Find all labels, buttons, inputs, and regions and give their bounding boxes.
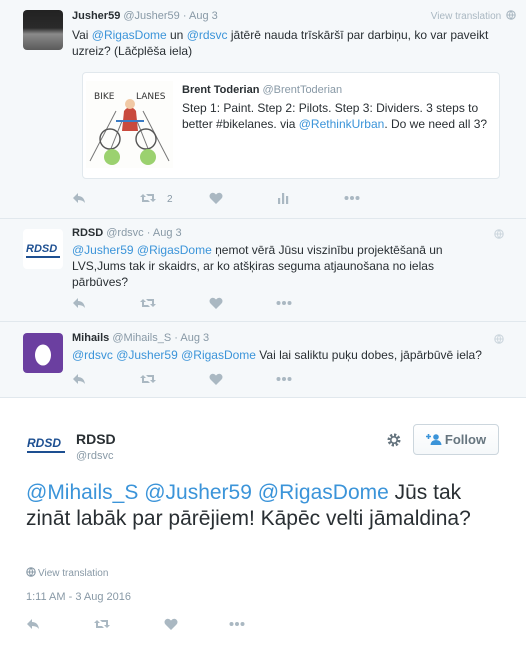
bike-lanes-illustration: BIKE LANES [86, 81, 173, 168]
tweet-actions [26, 618, 326, 634]
avatar[interactable] [23, 10, 63, 50]
tweet-header: RDSD @rdsvc · Aug 3 [72, 227, 182, 239]
user-name[interactable]: RDSD [72, 227, 103, 239]
quoted-tweet-card[interactable]: BIKE LANES Brent Toderian @BrentToderian… [82, 72, 500, 179]
tweet-mihails[interactable]: Mihails @Mihails_S · Aug 3 @rdsvc @Jushe… [0, 322, 526, 398]
svg-text:BIKE: BIKE [94, 92, 115, 102]
tweet-actions [72, 297, 372, 313]
user-handle[interactable]: @Jusher59 [123, 10, 179, 22]
main-tweet-text: @Mihails_S @Jusher59 @RigasDome Jūs tak … [26, 481, 471, 530]
retweet-icon[interactable] [140, 192, 156, 204]
mention-link[interactable]: @RigasDome [137, 243, 212, 257]
mention-link[interactable]: @RigasDome [258, 481, 389, 504]
mention-link[interactable]: @RigasDome [181, 348, 256, 362]
follow-button[interactable]: Follow [413, 424, 499, 455]
mention-link[interactable]: @Mihails_S [26, 481, 138, 504]
main-tweet: RDSD RDSD @rdsvc Follow @Mihails_S @Jush… [0, 398, 526, 650]
tweet-text: @rdsvc @Jusher59 @RigasDome Vai lai sali… [72, 348, 482, 362]
card-header: Brent Toderian @BrentToderian [182, 84, 342, 96]
more-icon[interactable] [229, 618, 245, 630]
timestamp[interactable]: Aug 3 [189, 10, 218, 22]
like-icon[interactable] [209, 373, 223, 385]
reply-icon[interactable] [72, 373, 86, 385]
globe-icon[interactable] [494, 334, 504, 344]
user-handle[interactable]: @Mihails_S [112, 332, 171, 344]
timestamp[interactable]: Aug 3 [153, 227, 182, 239]
card-user-handle[interactable]: @BrentToderian [262, 84, 342, 96]
retweet-count: 2 [167, 194, 173, 205]
retweet-icon[interactable] [140, 373, 156, 385]
reply-icon[interactable] [72, 297, 86, 309]
tweet-actions: 2 [72, 192, 372, 208]
globe-icon[interactable] [494, 229, 504, 239]
reply-icon[interactable] [72, 192, 86, 204]
reply-icon[interactable] [26, 618, 40, 630]
tweet-jusher59[interactable]: Jusher59 @Jusher59 · Aug 3 View translat… [0, 0, 526, 219]
mention-link[interactable]: @RigasDome [92, 28, 167, 42]
more-icon[interactable] [276, 373, 292, 385]
card-text: Step 1: Paint. Step 2: Pilots. Step 3: D… [182, 101, 488, 131]
mention-link[interactable]: @RethinkUrban [299, 117, 385, 131]
view-translation-link[interactable]: View translation [26, 567, 108, 579]
user-name[interactable]: Jusher59 [72, 10, 120, 22]
view-translation-link[interactable]: View translation [431, 10, 516, 22]
timestamp[interactable]: Aug 3 [180, 332, 209, 344]
mention-link[interactable]: @Jusher59 [144, 481, 252, 504]
retweet-icon[interactable] [94, 618, 110, 630]
more-icon[interactable] [344, 192, 360, 204]
globe-icon [26, 567, 36, 577]
user-handle[interactable]: @rdsvc [106, 227, 143, 239]
mention-link[interactable]: @Jusher59 [72, 243, 134, 257]
mention-link[interactable]: @rdsvc [187, 28, 228, 42]
analytics-icon[interactable] [277, 192, 289, 204]
tweet-header: Jusher59 @Jusher59 · Aug 3 [72, 10, 218, 22]
like-icon[interactable] [209, 297, 223, 309]
tweet-timestamp[interactable]: 1:11 AM - 3 Aug 2016 [26, 591, 131, 603]
rdsd-logo-avatar[interactable]: RDSD [24, 428, 70, 464]
more-icon[interactable] [276, 297, 292, 309]
svg-text:RDSD: RDSD [27, 436, 61, 450]
card-user-name[interactable]: Brent Toderian [182, 84, 259, 96]
egg-avatar[interactable] [23, 333, 63, 373]
tweet-text: @Jusher59 @RigasDome ņemot vērā Jūsu vis… [72, 243, 443, 289]
retweet-icon[interactable] [140, 297, 156, 309]
mention-link[interactable]: @Jusher59 [116, 348, 178, 362]
globe-icon [506, 10, 516, 20]
conversation-thread: Jusher59 @Jusher59 · Aug 3 View translat… [0, 0, 526, 398]
gear-icon[interactable] [386, 432, 402, 448]
author-name[interactable]: RDSD [76, 431, 116, 447]
tweet-text: Vai @RigasDome un @rdsvc jātērē nauda tr… [72, 28, 489, 58]
like-icon[interactable] [164, 618, 178, 630]
tweet-rdsd[interactable]: RDSD RDSD @rdsvc · Aug 3 @Jusher59 @Riga… [0, 219, 526, 322]
card-image[interactable]: BIKE LANES [86, 81, 173, 168]
tweet-actions [72, 373, 372, 389]
tweet-header: Mihails @Mihails_S · Aug 3 [72, 332, 210, 344]
svg-text:LANES: LANES [136, 92, 166, 102]
add-user-icon [425, 434, 442, 445]
author-handle[interactable]: @rdsvc [76, 450, 113, 462]
rdsd-logo-avatar[interactable]: RDSD [23, 229, 63, 269]
user-name[interactable]: Mihails [72, 332, 109, 344]
svg-text:RDSD: RDSD [26, 243, 57, 255]
mention-link[interactable]: @rdsvc [72, 348, 113, 362]
like-icon[interactable] [209, 192, 223, 204]
